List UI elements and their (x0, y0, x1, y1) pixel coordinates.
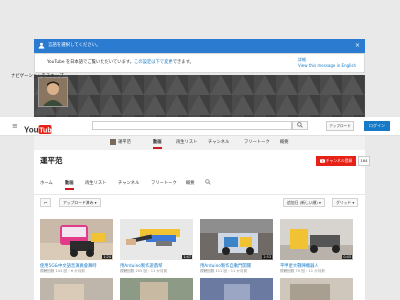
thumbnail-image (280, 219, 353, 260)
channel-art-pattern (34, 75, 365, 117)
skip-navigation[interactable]: ナビゲーションをスキップ (11, 73, 64, 79)
tab-channels[interactable]: チャンネル (118, 180, 139, 186)
video-thumbnail[interactable]: 1:24 (40, 219, 113, 260)
subnav-avatar[interactable] (110, 139, 116, 145)
video-item[interactable]: 1:24 使用5G&中文語音演員會舞時 視聴回数 143 回・6 か月前 (40, 219, 115, 274)
tab-videos[interactable]: 動画 (65, 180, 74, 190)
subnav-item-playlists[interactable]: 再生リスト (176, 139, 197, 145)
channel-avatar-large[interactable] (38, 77, 68, 107)
subnav-item-channels[interactable]: チャンネル (208, 139, 229, 145)
change-setting-link[interactable]: この設定は下で変更 (134, 60, 173, 65)
channel-search-icon[interactable] (205, 179, 211, 187)
thumbnail-image (120, 278, 193, 300)
youtube-play-icon (319, 159, 325, 163)
search-icon (297, 122, 303, 128)
uploads-dropdown[interactable]: アップロード済み ▾ (59, 198, 101, 207)
video-meta: 視聴回数 143 回・6 か月前 (40, 269, 85, 273)
language-banner-header: 言語を選択してください。 × (34, 39, 365, 53)
guide-menu-icon[interactable]: ≡ (12, 123, 18, 130)
upload-button[interactable]: アップロード (326, 121, 354, 131)
user-settings-icon (38, 42, 45, 49)
subnav-item-discussion[interactable]: フリートーク (244, 139, 270, 145)
video-thumbnail[interactable] (200, 278, 273, 300)
search-input[interactable] (92, 121, 292, 130)
video-duration: 1:24 (102, 255, 112, 259)
video-duration: 2:53 (262, 255, 272, 259)
back-button[interactable]: ↩ (40, 198, 52, 207)
sort-dropdown[interactable]: 追加日 (新しい順) ▾ (283, 198, 325, 207)
svg-text:Tube: Tube (39, 127, 52, 134)
video-meta: 視聴回数 205 回・11 か月前 (120, 269, 168, 273)
channel-art (34, 75, 365, 117)
video-item[interactable]: 1:47 用Arduino製作遊戲琴 視聴回数 205 回・11 か月前 (120, 219, 195, 274)
tab-discussion[interactable]: フリートーク (151, 180, 177, 186)
channel-name[interactable]: 運平范 (40, 155, 63, 166)
banner-message-text: YouTube を日本語でご覧いただいています。 (47, 60, 135, 65)
banner-message: YouTube を日本語でご覧いただいています。この設定は下で変更できます。 (47, 59, 194, 65)
thumbnail-image (200, 278, 273, 300)
video-thumbnail[interactable] (120, 278, 193, 300)
divider (34, 194, 365, 195)
subnav-item-about[interactable]: 概要 (280, 139, 289, 145)
subscriber-count: 164 (358, 156, 370, 166)
view-dropdown[interactable]: グリッド ▾ (332, 198, 359, 207)
tab-about[interactable]: 概要 (186, 180, 195, 186)
video-item[interactable]: 2:53 用Arduino製作自動門開關 視聴回数 111 回・11 か月前 (200, 219, 275, 274)
youtube-logo[interactable]: You Tube (24, 120, 56, 135)
thumbnail-image (280, 278, 353, 300)
video-thumbnail[interactable]: 2:53 (200, 219, 273, 260)
search-icon (205, 179, 211, 185)
subscribe-button[interactable]: チャンネル登録 (316, 156, 356, 166)
banner-message-suffix: できます。 (172, 60, 194, 65)
youtube-logo-icon: You Tube (24, 125, 56, 135)
banner-details: 詳細 View this message in English (298, 57, 356, 69)
avatar-image (39, 78, 67, 106)
banner-heading: 言語を選択してください。 (48, 43, 101, 48)
login-button[interactable]: ログイン (364, 121, 390, 131)
tab-home[interactable]: ホーム (40, 180, 53, 186)
view-in-english-link[interactable]: View this message in English (298, 63, 356, 69)
video-item[interactable]: 0:45 平甲星大戰陣機器人 視聴回数 75 回・11 か月前 (280, 219, 355, 274)
thumbnail-image (200, 219, 273, 260)
thumbnail-image (40, 278, 113, 300)
video-meta: 視聴回数 111 回・11 か月前 (200, 269, 248, 273)
thumbnail-image (120, 219, 193, 260)
subnav-item-name[interactable]: 運平范 (118, 139, 131, 145)
svg-text:You: You (24, 126, 39, 135)
video-thumbnail[interactable]: 0:45 (280, 219, 353, 260)
video-duration: 0:45 (342, 255, 352, 259)
search-button[interactable] (292, 121, 308, 130)
close-icon[interactable]: × (355, 39, 360, 53)
thumbnail-image (40, 219, 113, 260)
video-thumbnail[interactable] (280, 278, 353, 300)
video-thumbnail[interactable]: 1:47 (120, 219, 193, 260)
subscribe-label: チャンネル登録 (325, 158, 353, 163)
video-duration: 1:47 (182, 255, 192, 259)
video-thumbnail[interactable] (40, 278, 113, 300)
video-meta: 視聴回数 75 回・11 か月前 (280, 269, 325, 273)
tab-playlists[interactable]: 再生リスト (85, 180, 106, 186)
subnav-item-videos[interactable]: 動画 (153, 139, 162, 149)
language-banner-body: YouTube を日本語でご覧いただいています。この設定は下で変更できます。 詳… (34, 53, 365, 73)
